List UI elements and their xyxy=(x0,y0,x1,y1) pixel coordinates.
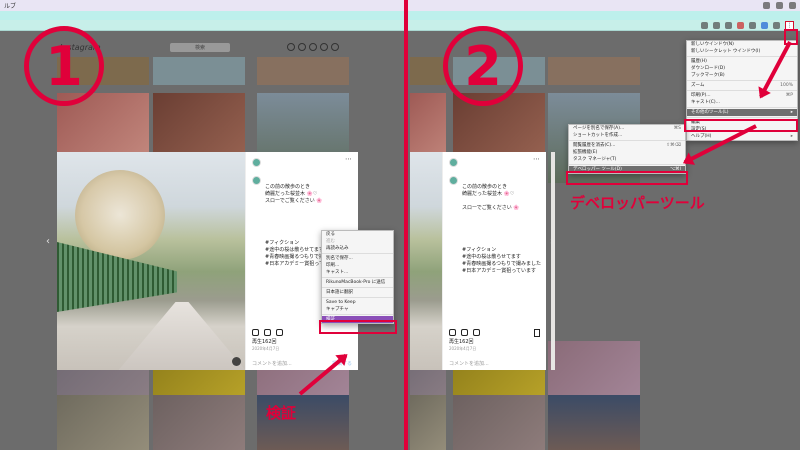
comment-input[interactable]: コメントを追加... xyxy=(252,360,292,367)
more-options-icon[interactable]: ⋯ xyxy=(345,155,352,163)
post-actions xyxy=(449,329,480,336)
highlight-box xyxy=(566,171,688,185)
menu-item-reload[interactable]: 再読み込み xyxy=(322,245,393,252)
key-icon[interactable] xyxy=(701,22,708,29)
menu-item-cast[interactable]: キャスト(C)... xyxy=(687,99,797,106)
share-icon[interactable] xyxy=(473,329,480,336)
step-badge: 1 xyxy=(24,26,104,106)
highlight-box xyxy=(319,320,397,334)
menu-item-cast[interactable]: キャスト... xyxy=(322,269,393,276)
comment-icon[interactable] xyxy=(461,329,468,336)
heart-icon[interactable] xyxy=(252,329,259,336)
browser-tabstrip xyxy=(0,11,800,20)
direct-icon[interactable] xyxy=(298,43,306,51)
context-menu: 戻る 進む 再読み込み 別名で保存... 印刷... キャスト... Rikun… xyxy=(321,230,394,324)
menu-item-zoom[interactable]: ズーム 100% xyxy=(687,82,797,89)
explore-icon[interactable] xyxy=(309,43,317,51)
menu-item-bookmarks[interactable]: ブックマーク(B) xyxy=(687,72,797,79)
post-date: 2020年4月7日 xyxy=(449,346,477,351)
step-badge: 2 xyxy=(443,26,523,106)
status-icon xyxy=(763,2,770,9)
mute-icon[interactable] xyxy=(232,357,241,366)
menu-item-save-to-keep[interactable]: Save to Keep xyxy=(322,299,393,306)
menu-item-downloads[interactable]: ダウンロード(D) xyxy=(687,65,797,72)
menu-item-clear-history[interactable]: 閲覧履歴を消去(C)... ⇧⌘⌫ xyxy=(569,142,685,149)
menu-item-forward[interactable]: 進む xyxy=(322,238,393,245)
avatar[interactable] xyxy=(449,176,458,185)
menu-item-send-to-device[interactable]: RikunoMacBook-Pro に送信 xyxy=(322,279,393,286)
annotation-label: 検証 xyxy=(266,404,297,422)
bookmark-icon[interactable] xyxy=(534,329,540,337)
extension-icon[interactable] xyxy=(725,22,732,29)
avatar[interactable] xyxy=(331,43,339,51)
menu-item-save-as[interactable]: 別名で保存... xyxy=(322,255,393,262)
browser-toolbar: ⋮ xyxy=(0,20,800,31)
wifi-icon xyxy=(776,2,783,9)
search-input[interactable]: 検索 xyxy=(170,43,230,52)
extension-icon[interactable] xyxy=(749,22,756,29)
grid-photo[interactable] xyxy=(410,57,446,85)
share-icon[interactable] xyxy=(276,329,283,336)
post-modal: ⋯ この前の散歩のとき 綺麗だった桜並木 🌸♡ スローでご覧ください 🌸 #フィ… xyxy=(410,152,546,370)
view-count: 再生162回 xyxy=(252,339,277,345)
view-count: 再生162回 xyxy=(449,339,474,345)
menu-item-task-manager[interactable]: タスク マネージャ(T) xyxy=(569,156,685,163)
more-tools-submenu: ページを別名で保存(A)... ⌘S ショートカットを作成... 閲覧履歴を消去(… xyxy=(568,124,686,174)
avatar[interactable] xyxy=(449,158,458,167)
post-date: 2020年4月7日 xyxy=(252,346,280,351)
extension-icon[interactable] xyxy=(737,22,744,29)
menu-item-print[interactable]: 印刷(P)... ⌘P xyxy=(687,92,797,99)
menu-item-translate[interactable]: 日本語に翻訳 xyxy=(322,289,393,296)
home-icon[interactable] xyxy=(287,43,295,51)
prev-chevron-icon[interactable]: ‹ xyxy=(46,236,50,247)
annotation-label: デベロッパーツール xyxy=(570,194,705,212)
mac-menubar: ルブ xyxy=(0,0,800,11)
extension-icon[interactable] xyxy=(761,22,768,29)
post-image xyxy=(410,152,442,370)
grid-photo[interactable] xyxy=(453,395,545,450)
ig-nav xyxy=(287,43,339,51)
menu-item-save-page[interactable]: ページを別名で保存(A)... ⌘S xyxy=(569,125,685,132)
post-sidebar: ⋯ この前の散歩のとき 綺麗だった桜並木 🌸♡ スローでご覧ください 🌸 #フィ… xyxy=(442,152,546,370)
app-name: ルブ xyxy=(4,3,17,10)
grid-photo[interactable] xyxy=(410,395,446,450)
post-modal: ⋯ この前の散歩のとき 綺麗だった桜並木 🌸♡ スローでご覧ください 🌸 #フィ… xyxy=(57,152,358,370)
post-image xyxy=(57,152,245,370)
post-actions xyxy=(252,329,283,336)
star-icon[interactable] xyxy=(713,22,720,29)
menu-item-back[interactable]: 戻る xyxy=(322,231,393,238)
menu-item-new-window[interactable]: 新しいウインドウ(N) xyxy=(687,41,797,48)
more-options-icon[interactable]: ⋯ xyxy=(533,155,540,163)
grid-photo[interactable] xyxy=(548,395,640,450)
battery-icon xyxy=(789,2,796,9)
menu-item-print[interactable]: 印刷... xyxy=(322,262,393,269)
profile-avatar[interactable] xyxy=(773,22,780,29)
grid-photo[interactable] xyxy=(257,57,349,85)
comment-input[interactable]: コメントを追加... xyxy=(449,360,489,367)
grid-photo[interactable] xyxy=(153,57,245,85)
caption: この前の散歩のとき 綺麗だった桜並木 🌸♡ スローでご覧ください 🌸 #フィクシ… xyxy=(462,184,541,274)
avatar[interactable] xyxy=(252,176,261,185)
grid-photo[interactable] xyxy=(153,395,245,450)
comment-icon[interactable] xyxy=(264,329,271,336)
divider xyxy=(404,0,408,450)
grid-photo[interactable] xyxy=(548,57,640,85)
grid-photo[interactable] xyxy=(57,395,149,450)
side-strip xyxy=(551,152,555,370)
menu-item-more-tools[interactable]: その他のツール(L) ▸ xyxy=(687,109,797,116)
avatar[interactable] xyxy=(252,158,261,167)
heart-icon[interactable] xyxy=(449,329,456,336)
menu-item-capture[interactable]: キャプチャ xyxy=(322,306,393,313)
heart-icon[interactable] xyxy=(320,43,328,51)
menu-item-extensions[interactable]: 拡張機能(E) xyxy=(569,149,685,156)
menu-item-create-shortcut[interactable]: ショートカットを作成... xyxy=(569,132,685,139)
